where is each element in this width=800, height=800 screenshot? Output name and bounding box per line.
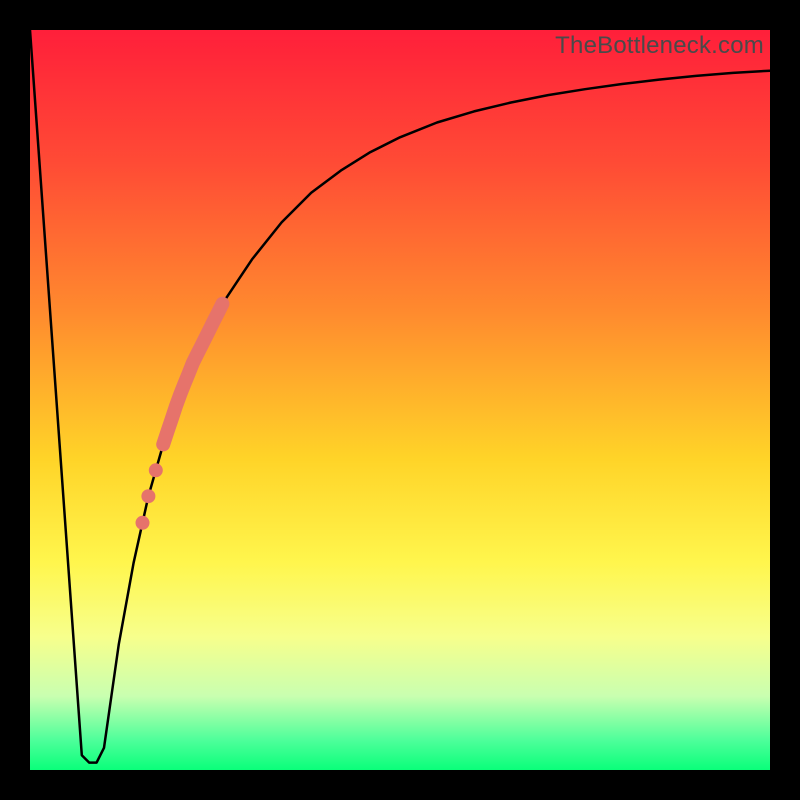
highlight-dot <box>149 463 163 477</box>
bottleneck-curve <box>30 30 770 763</box>
highlight-dot <box>136 516 150 530</box>
highlight-dots <box>136 463 163 530</box>
highlight-dot <box>141 489 155 503</box>
curve-svg <box>30 30 770 770</box>
watermark-text: TheBottleneck.com <box>555 32 764 60</box>
highlight-segment <box>163 304 222 445</box>
plot-area: TheBottleneck.com <box>30 30 770 770</box>
chart-frame: TheBottleneck.com <box>0 0 800 800</box>
